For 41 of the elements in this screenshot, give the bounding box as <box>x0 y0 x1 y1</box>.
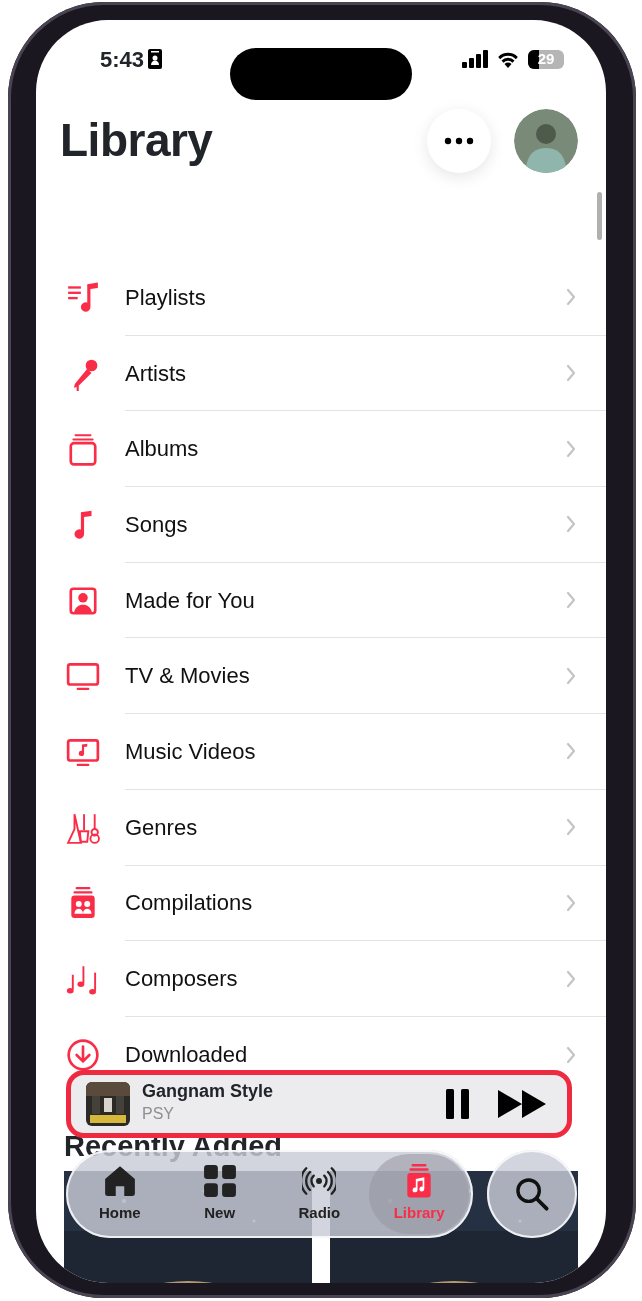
search-icon <box>514 1176 550 1212</box>
playlist-icon <box>66 280 100 315</box>
list-item[interactable]: Artists <box>125 356 566 390</box>
fast-forward-icon <box>498 1089 546 1119</box>
chevron-icon <box>566 439 576 458</box>
list-item[interactable]: Downloaded <box>125 1038 566 1072</box>
list-item[interactable]: TV & Movies <box>125 659 566 693</box>
song-artist: PSY <box>142 1103 175 1124</box>
scroll-indicator <box>597 192 602 240</box>
status-time: 5:43 <box>100 45 145 74</box>
list-item[interactable]: Playlists <box>125 280 566 314</box>
chevron-icon <box>566 893 576 912</box>
song-title: Gangnam Style <box>142 1082 275 1102</box>
chevron-icon <box>566 969 576 988</box>
list-item[interactable]: Music Videos <box>125 734 566 768</box>
list-item[interactable]: Compilations <box>125 886 566 920</box>
chevron-icon <box>566 1045 576 1064</box>
download-icon <box>66 1037 100 1072</box>
list-item[interactable]: Genres <box>125 810 566 844</box>
list-item[interactable]: Composers <box>125 962 566 996</box>
badge-icon <box>148 49 163 69</box>
chevron-icon <box>566 591 576 610</box>
list-item[interactable]: Songs <box>125 507 566 541</box>
chevron-icon <box>566 288 576 307</box>
tab[interactable]: New <box>169 1154 270 1234</box>
chevron-icon <box>566 666 576 685</box>
pause-icon <box>446 1089 470 1119</box>
chevron-icon <box>566 742 576 761</box>
more-icon <box>444 137 474 145</box>
grid-icon <box>202 1163 237 1198</box>
album-stack-icon <box>66 432 100 467</box>
chevron-icon <box>566 364 576 383</box>
chevron-icon <box>566 515 576 534</box>
wifi-icon <box>496 50 520 68</box>
list-item[interactable]: Albums <box>125 432 566 466</box>
list-item[interactable]: Made for You <box>125 583 566 617</box>
signal-icon <box>462 50 488 68</box>
chevron-icon <box>566 818 576 837</box>
page-title: Library <box>60 113 214 169</box>
avatar-icon[interactable] <box>514 109 578 173</box>
tab[interactable]: Radio <box>269 1154 370 1234</box>
